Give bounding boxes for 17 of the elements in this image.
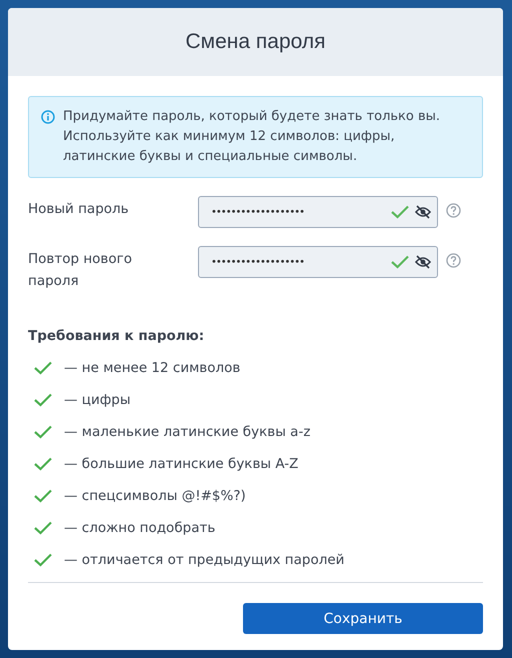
requirement-text: — большие латинские буквы A-Z [64, 456, 298, 472]
save-button[interactable]: Сохранить [243, 603, 483, 634]
field-label: Повтор нового пароля [28, 250, 134, 291]
masked-password: ••••••••••••••••••• [211, 206, 306, 218]
requirement-text: — отличается от предыдущих паролей [64, 552, 344, 568]
requirement-text: — сложно подобрать [64, 520, 216, 536]
requirement-text: — маленькие латинские буквы a-z [64, 424, 310, 440]
password-field[interactable]: ••••••••••••••••••• [198, 196, 438, 228]
info-text: Придумайте пароль, который будете знать только вы. Используйте как минимум 12 символов: цифры, латинские буквы и специальные символы. [63, 108, 442, 166]
masked-password: ••••••••••••••••••• [211, 256, 306, 268]
requirement-text: — цифры [64, 392, 131, 408]
requirement-text: — спецсимволы @!#$%?) [64, 488, 246, 504]
field-label: Новый пароль [28, 200, 130, 219]
requirement-text: — не менее 12 символов [64, 360, 240, 376]
dialog-title: Смена пароля [8, 8, 503, 76]
requirements-title: Требования к паролю: [28, 328, 206, 344]
password-field[interactable]: ••••••••••••••••••• [198, 246, 438, 278]
